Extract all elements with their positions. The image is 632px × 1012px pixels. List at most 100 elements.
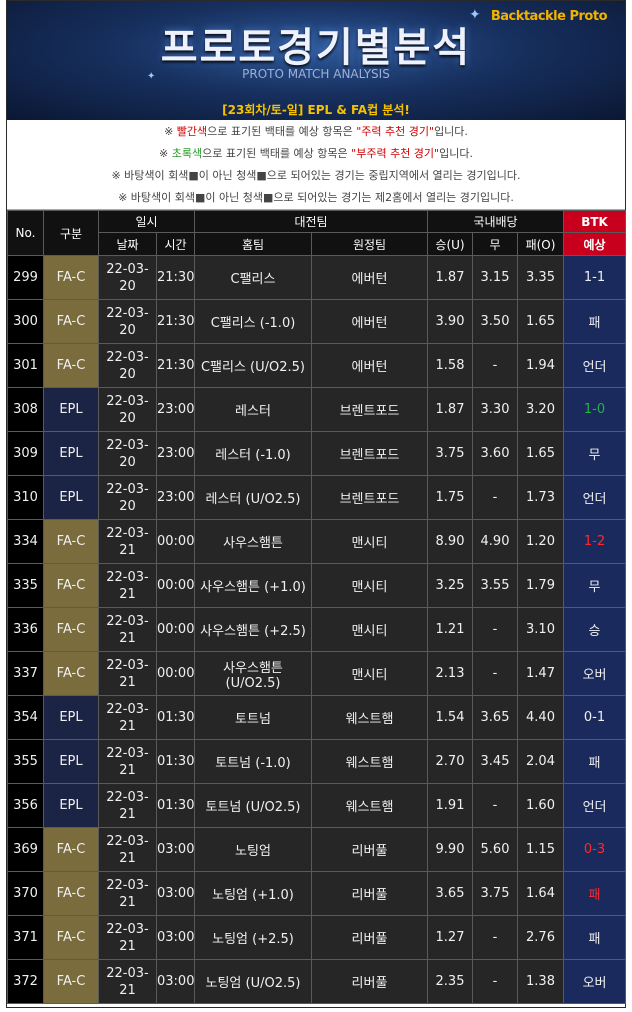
note-neutral-venue: ※ 바탕색이 회색■이 아닌 청색■으로 되어있는 경기는 중립지역에서 열리는… <box>111 169 521 182</box>
lose-odds-cell: 3.10 <box>516 607 565 652</box>
date-cell: 22-03-21 <box>98 651 157 696</box>
draw-odds-cell: - <box>472 343 518 388</box>
date-cell: 22-03-20 <box>98 431 157 476</box>
time-cell: 00:00 <box>156 519 195 564</box>
away-team-cell: 웨스트햄 <box>311 783 428 828</box>
draw-odds-cell: 4.90 <box>472 519 518 564</box>
away-team-cell: 리버풀 <box>311 959 428 1004</box>
header-btk: BTK <box>563 210 627 233</box>
time-cell: 01:30 <box>156 783 195 828</box>
legend-notes: ※ 빨간색으로 표기된 백태를 예상 항목은 "주력 추천 경기"입니다. ※ … <box>7 121 625 210</box>
table-row: 299 FA-C 22-03-20 21:30 C팰리스 에버턴 1.87 3.15 3.35 1… <box>7 255 627 300</box>
note-highlight: 초록색 <box>171 147 203 160</box>
home-team-cell: 레스터 (-1.0) <box>194 431 312 476</box>
win-odds-cell: 1.27 <box>427 915 473 960</box>
lose-odds-cell: 1.20 <box>516 519 565 564</box>
home-team-cell: 사우스햄튼 <box>194 519 312 564</box>
win-odds-cell: 1.21 <box>427 607 473 652</box>
category-cell: FA-C <box>43 651 99 696</box>
header-home: 홈팀 <box>194 232 312 256</box>
category-cell: EPL <box>43 695 99 740</box>
win-odds-cell: 1.75 <box>427 475 473 520</box>
prediction-cell: 무 <box>563 431 627 476</box>
lose-odds-cell: 1.47 <box>516 651 565 696</box>
time-cell: 00:00 <box>156 651 195 696</box>
row-number: 335 <box>7 563 44 608</box>
category-cell: FA-C <box>43 915 99 960</box>
time-cell: 03:00 <box>156 959 195 1004</box>
match-rows: 299 FA-C 22-03-20 21:30 C팰리스 에버턴 1.87 3.15 3.35 1… <box>7 255 627 1004</box>
date-cell: 22-03-21 <box>98 607 157 652</box>
time-cell: 21:30 <box>156 255 195 300</box>
away-team-cell: 웨스트햄 <box>311 739 428 784</box>
note-quote: "부주력 추천 경기" <box>351 147 440 160</box>
note-highlight: 빨간색 <box>176 125 208 138</box>
prediction-cell: 패 <box>563 871 627 916</box>
win-odds-cell: 9.90 <box>427 827 473 872</box>
away-team-cell: 브렌트포드 <box>311 387 428 432</box>
time-cell: 23:00 <box>156 387 195 432</box>
home-team-cell: 토트넘 (U/O2.5) <box>194 783 312 828</box>
home-team-cell: 레스터 <box>194 387 312 432</box>
win-odds-cell: 3.75 <box>427 431 473 476</box>
date-cell: 22-03-20 <box>98 343 157 388</box>
away-team-cell: 맨시티 <box>311 563 428 608</box>
header-banner: ✦ ✦ Backtackle Proto 프로토경기별분석 PROTO MATC… <box>7 1 625 120</box>
prediction-cell: 1-2 <box>563 519 627 564</box>
draw-odds-cell: - <box>472 959 518 1004</box>
date-cell: 22-03-21 <box>98 915 157 960</box>
win-odds-cell: 1.54 <box>427 695 473 740</box>
date-cell: 22-03-21 <box>98 871 157 916</box>
away-team-cell: 맨시티 <box>311 607 428 652</box>
lose-odds-cell: 3.20 <box>516 387 565 432</box>
row-number: 299 <box>7 255 44 300</box>
away-team-cell: 에버턴 <box>311 299 428 344</box>
draw-odds-cell: 3.60 <box>472 431 518 476</box>
prediction-cell: 오버 <box>563 959 627 1004</box>
date-cell: 22-03-21 <box>98 563 157 608</box>
home-team-cell: 노팅엄 (+2.5) <box>194 915 312 960</box>
header-predict: 예상 <box>563 232 627 256</box>
away-team-cell: 맨시티 <box>311 651 428 696</box>
row-number: 336 <box>7 607 44 652</box>
category-cell: EPL <box>43 475 99 520</box>
header-win: 승(U) <box>427 232 473 256</box>
date-cell: 22-03-21 <box>98 739 157 784</box>
lose-odds-cell: 4.40 <box>516 695 565 740</box>
away-team-cell: 리버풀 <box>311 871 428 916</box>
home-team-cell: 사우스햄튼 (+1.0) <box>194 563 312 608</box>
draw-odds-cell: - <box>472 607 518 652</box>
win-odds-cell: 8.90 <box>427 519 473 564</box>
away-team-cell: 맨시티 <box>311 519 428 564</box>
time-cell: 00:00 <box>156 563 195 608</box>
table-row: 300 FA-C 22-03-20 21:30 C팰리스 (-1.0) 에버턴 3.90 3.… <box>7 299 627 344</box>
header-no: No. <box>7 210 44 256</box>
note-suffix: 입니다. <box>439 147 473 160</box>
draw-odds-cell: - <box>472 651 518 696</box>
home-team-cell: 레스터 (U/O2.5) <box>194 475 312 520</box>
table-row: 308 EPL 22-03-20 23:00 레스터 브렌트포드 1.87 3.30 3.20 1… <box>7 387 627 432</box>
row-number: 310 <box>7 475 44 520</box>
draw-odds-cell: 3.30 <box>472 387 518 432</box>
note-text: 으로 표기된 백태를 예상 항목은 <box>202 147 352 160</box>
table-row: 370 FA-C 22-03-21 03:00 노팅엄 (+1.0) 리버풀 3.65 3.7… <box>7 871 627 916</box>
date-cell: 22-03-21 <box>98 959 157 1004</box>
away-team-cell: 웨스트햄 <box>311 695 428 740</box>
prediction-cell: 패 <box>563 299 627 344</box>
note-prefix: ※ <box>159 147 172 160</box>
row-number: 308 <box>7 387 44 432</box>
home-team-cell: C팰리스 (-1.0) <box>194 299 312 344</box>
category-cell: FA-C <box>43 255 99 300</box>
home-team-cell: 토트넘 (-1.0) <box>194 739 312 784</box>
round-title: [23회차/토-일] EPL & FA컵 분석! <box>222 103 410 117</box>
table-row: 369 FA-C 22-03-21 03:00 노팅엄 리버풀 9.90 5.60 1.15 0-… <box>7 827 627 872</box>
prediction-cell: 승 <box>563 607 627 652</box>
category-cell: EPL <box>43 431 99 476</box>
home-team-cell: 사우스햄튼 (U/O2.5) <box>194 651 312 696</box>
date-cell: 22-03-20 <box>98 255 157 300</box>
lose-odds-cell: 2.04 <box>516 739 565 784</box>
away-team-cell: 에버턴 <box>311 343 428 388</box>
row-number: 355 <box>7 739 44 784</box>
date-cell: 22-03-21 <box>98 827 157 872</box>
header-teams: 대전팀 <box>194 210 428 233</box>
